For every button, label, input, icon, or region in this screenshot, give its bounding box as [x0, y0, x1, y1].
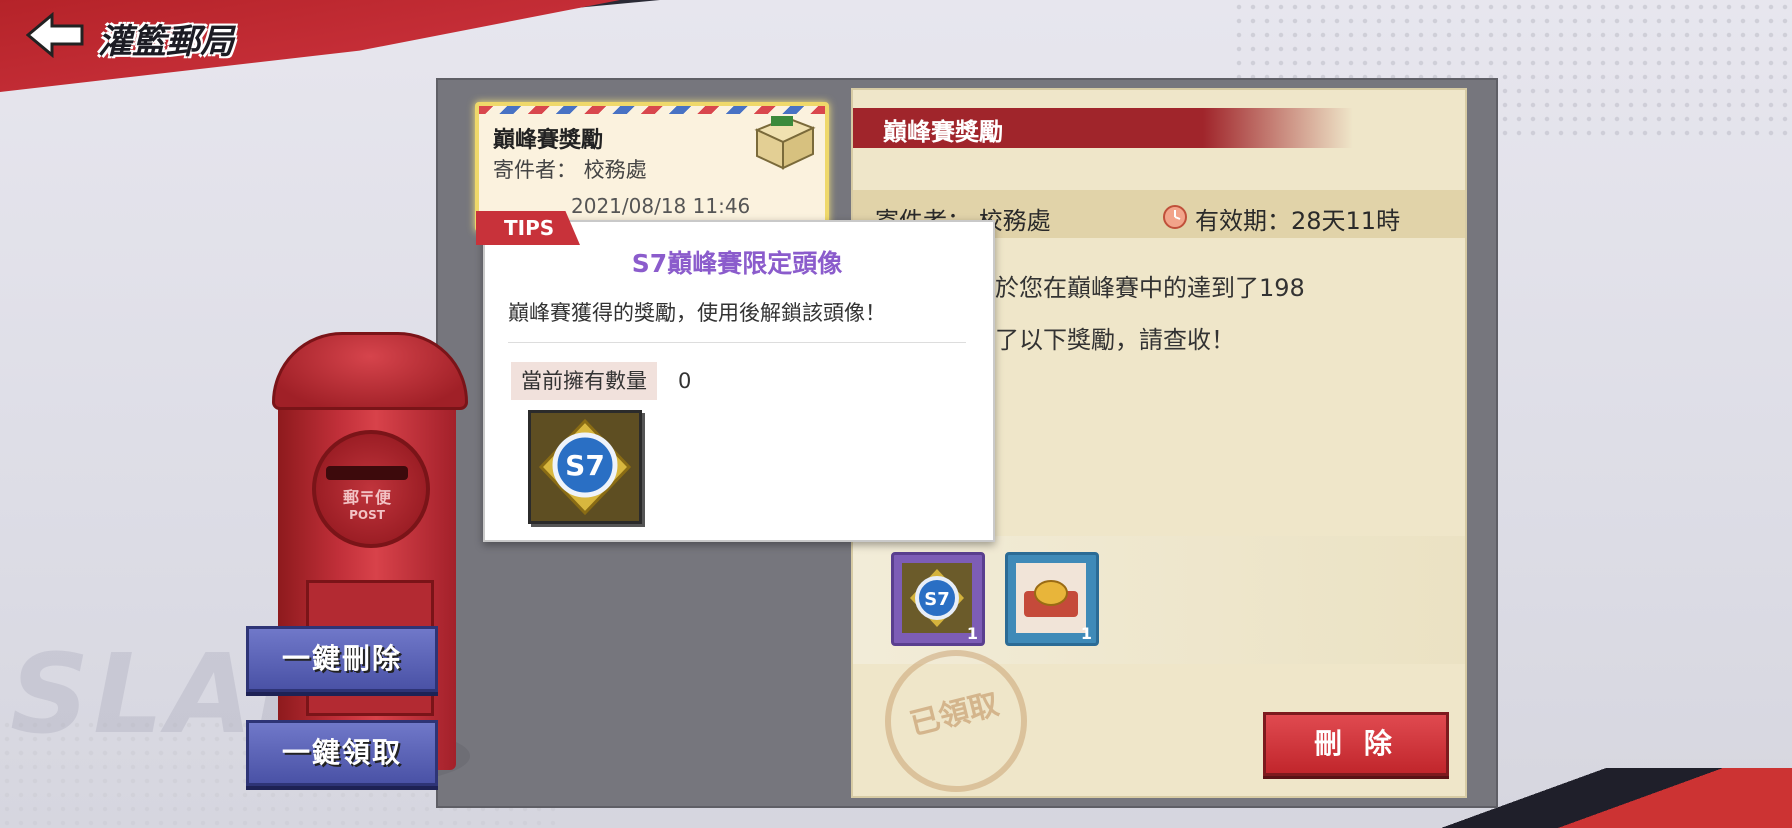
- mail-item-date: 2021/08/18 11:46: [571, 194, 751, 218]
- reward-item[interactable]: S7 1: [891, 552, 985, 646]
- delete-all-button[interactable]: 一鍵刪除: [246, 626, 438, 692]
- delete-button[interactable]: 刪 除: [1263, 712, 1449, 776]
- claim-all-button[interactable]: 一鍵領取: [246, 720, 438, 786]
- tips-title: S7巔峰賽限定頭像: [631, 249, 843, 278]
- tips-divider: [508, 342, 966, 343]
- tips-description: 巔峰賽獲得的獎勵，使用後解鎖該頭像！: [508, 301, 886, 325]
- svg-text:S7: S7: [565, 449, 605, 482]
- svg-text:S7: S7: [924, 589, 950, 610]
- tips-tag: TIPS: [476, 211, 580, 245]
- back-arrow-icon[interactable]: [26, 12, 86, 58]
- reward-item[interactable]: 1: [1005, 552, 1099, 646]
- mail-item-sender: 寄件者： 校務處: [493, 158, 647, 182]
- mailbox-label-text: 郵〒便: [342, 488, 391, 507]
- parcel-icon: [754, 116, 816, 170]
- page-title: 灌籃郵局: [98, 22, 234, 62]
- detail-title: 巔峰賽獎勵: [883, 118, 1003, 146]
- mailbox-label: 郵〒便 POST: [326, 484, 408, 522]
- s7-avatar-icon: S7: [528, 410, 642, 524]
- mailbox-label-sub: POST: [349, 508, 385, 522]
- mailbox-slot: [326, 466, 408, 480]
- gold-trophy-icon: [1016, 563, 1086, 633]
- tips-count-label: 當前擁有數量: [511, 362, 657, 400]
- mail-item-title: 巔峰賽獎勵: [493, 128, 604, 153]
- s7-badge-icon: S7: [902, 563, 972, 633]
- tips-count-value: 0: [678, 369, 692, 393]
- detail-expiry: 有效期：28天11時: [1195, 207, 1401, 235]
- reward-count: 1: [1080, 624, 1092, 643]
- clock-icon: [1163, 205, 1187, 229]
- reward-count: 1: [966, 624, 978, 643]
